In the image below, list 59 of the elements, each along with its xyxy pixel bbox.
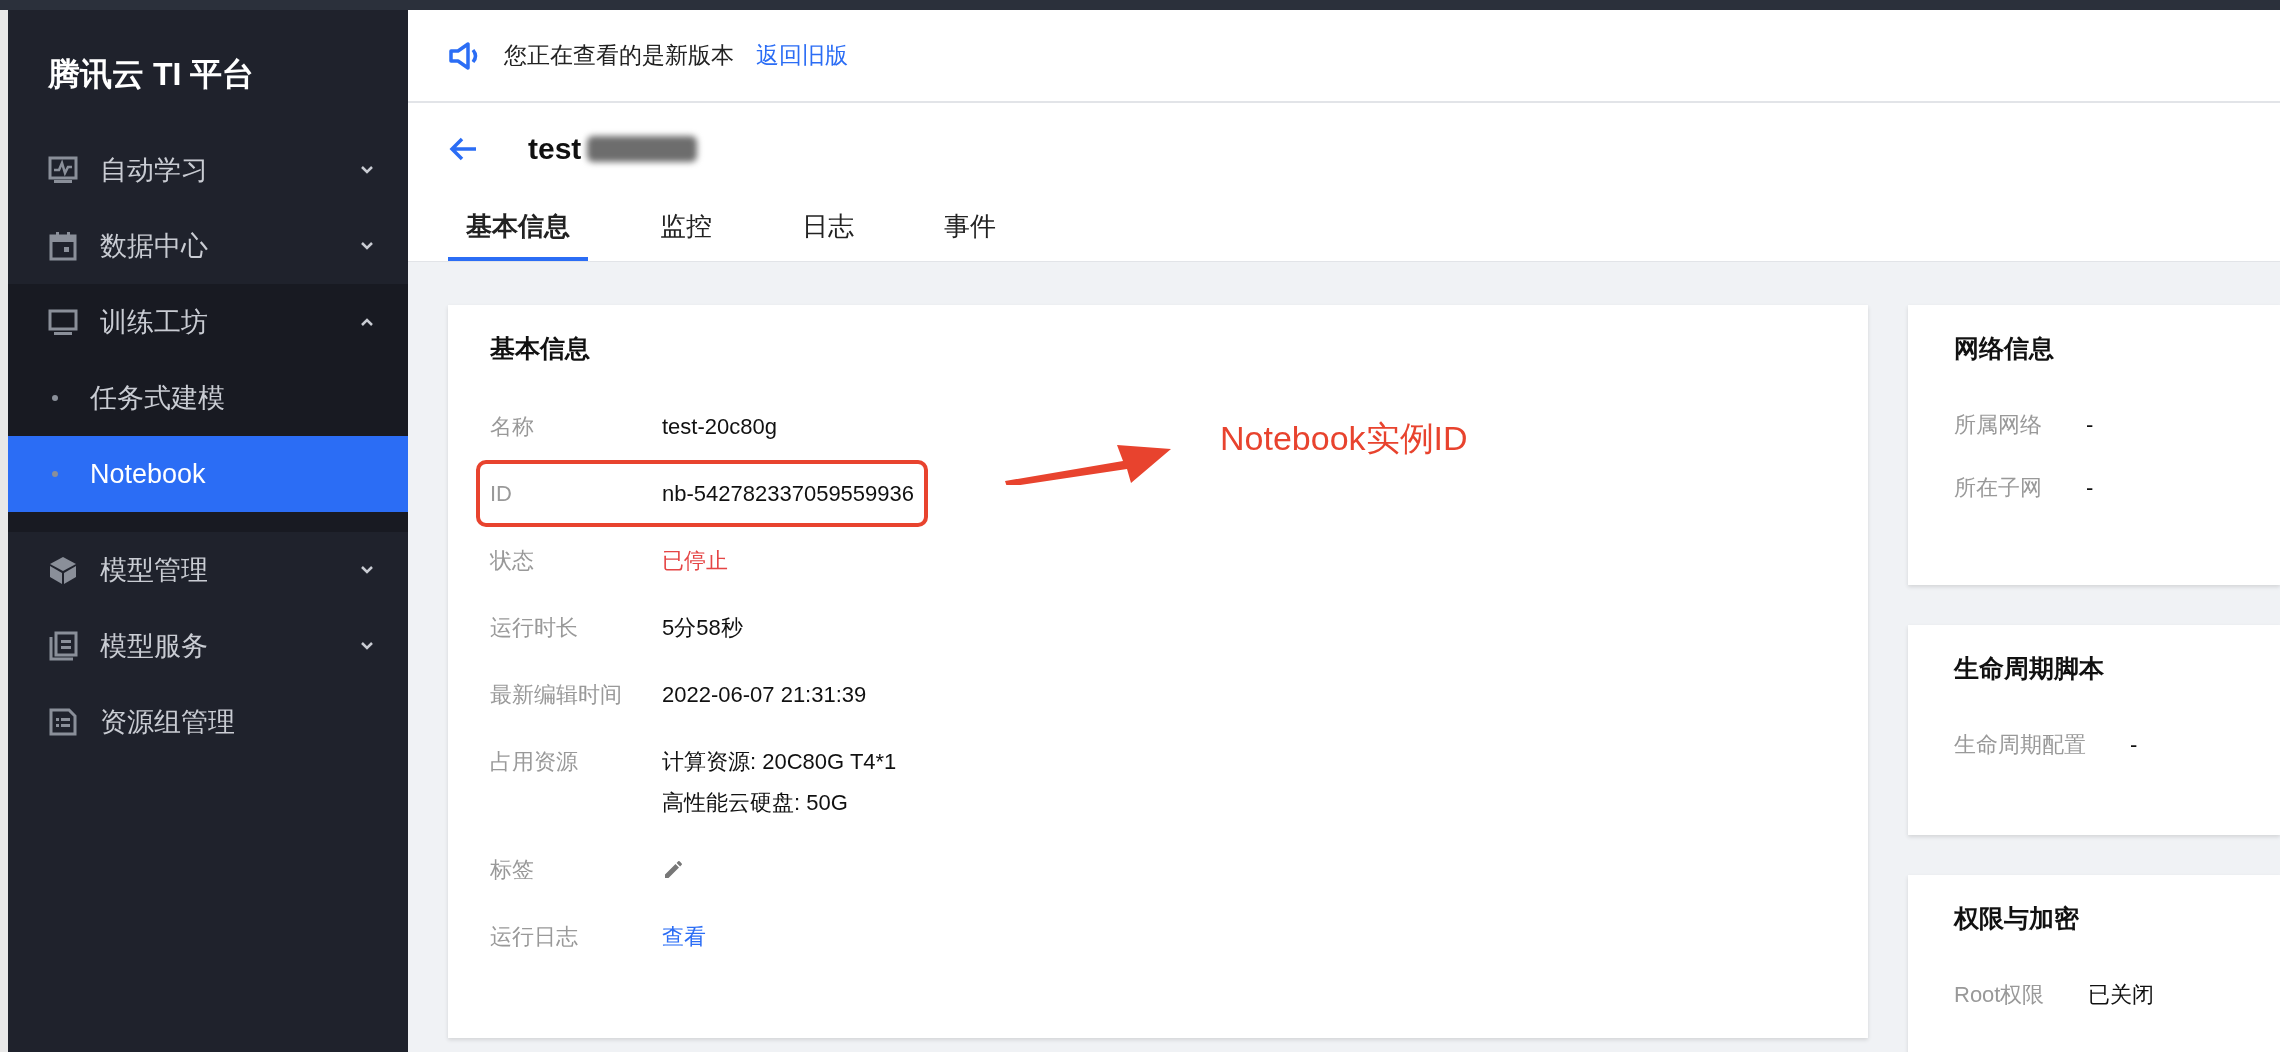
field-label: 所属网络 [1954,411,2042,439]
field-value: 5分58秒 [662,614,743,642]
field-value: 已关闭 [2088,981,2155,1009]
annotation-text: Notebook实例ID [1220,418,1468,459]
sidebar-item[interactable]: 模型服务 [8,608,408,684]
field-value: - [2130,731,2138,759]
sidebar-item[interactable]: 数据中心 [8,208,408,284]
field-value: - [2086,411,2094,439]
field-value: - [2086,474,2094,502]
card-title: 权限与加密 [1954,903,2079,933]
page-title: test [528,131,582,167]
field-value: 计算资源: 20C80G T4*1 [662,748,897,776]
field-label: 占用资源 [490,748,579,776]
list-document-icon [48,707,78,737]
field-label: Root权限 [1954,981,2045,1009]
sidebar-item[interactable]: 自动学习 [8,132,408,208]
view-link[interactable]: 查看 [662,920,706,953]
chevron-icon [360,641,374,651]
chevron-icon [360,565,374,575]
field-value: 高性能云硬盘: 50G [662,789,849,817]
status-value: 已停止 [662,547,728,575]
field-label: 运行日志 [490,923,579,951]
layers-icon [48,631,78,661]
field-label: 所在子网 [1954,474,2042,502]
back-arrow-icon[interactable] [448,136,478,162]
field-value: test-20c80g [662,413,777,441]
calendar-icon [48,231,78,261]
sidebar-subitem[interactable]: Notebook [8,436,408,512]
chevron-icon [360,317,374,327]
field-label: 运行时长 [490,614,579,642]
field-label: 最新编辑时间 [490,681,623,709]
card-title: 基本信息 [490,333,590,363]
field-label: 标签 [490,856,535,884]
field-label: 名称 [490,413,535,441]
notice-text: 您正在查看的是新版本 [504,41,734,71]
sidebar-subitem[interactable]: 任务式建模 [8,360,408,436]
card-title: 网络信息 [1954,333,2054,363]
tab[interactable]: 日志 [784,195,872,261]
bullet-icon [52,471,58,477]
field-value: 2022-06-07 21:31:39 [662,681,867,709]
field-label: 状态 [490,547,535,575]
old-version-link[interactable]: 返回旧版 [756,38,848,73]
sidebar-item[interactable]: 训练工坊 [8,284,408,360]
monitor-chart-icon [48,155,78,185]
sidebar-item[interactable]: 模型管理 [8,532,408,608]
card-title: 生命周期脚本 [1954,653,2104,683]
sidebar-item[interactable]: 资源组管理 [8,684,408,760]
tab[interactable]: 基本信息 [448,195,588,261]
chevron-icon [360,241,374,251]
tab[interactable]: 事件 [926,195,1014,261]
field-value: nb-542782337059559936 [662,480,915,508]
tab[interactable]: 监控 [642,195,730,261]
chevron-icon [360,165,374,175]
field-label: 生命周期配置 [1954,731,2086,759]
bullet-icon [52,395,58,401]
cube-icon [48,555,78,585]
platform-logo-text: 腾讯云 TI 平台 [47,55,255,94]
monitor-icon [48,307,78,337]
field-label: ID [490,480,513,508]
